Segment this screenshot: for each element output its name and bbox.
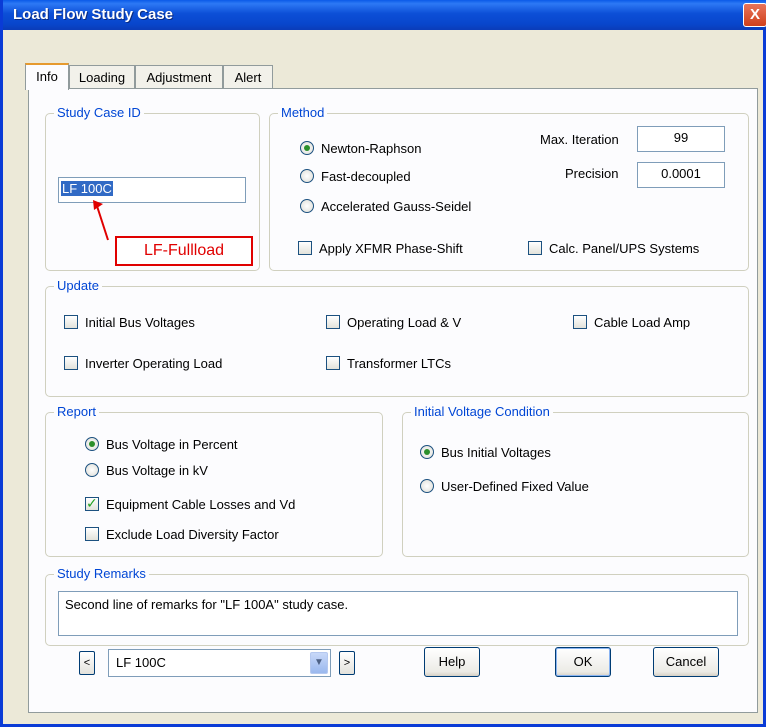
study-case-select[interactable]: LF 100C ▼ — [108, 649, 331, 677]
report-legend: Report — [54, 404, 100, 419]
dialog-window: Load Flow Study Case X Info Loading Adju… — [0, 0, 766, 727]
user-defined-fixed-label: User-Defined Fixed Value — [441, 479, 589, 494]
tab-loading[interactable]: Loading — [69, 65, 135, 89]
window-title: Load Flow Study Case — [13, 6, 174, 23]
close-button[interactable]: X — [743, 3, 766, 27]
fast-decoupled-label: Fast-decoupled — [321, 169, 411, 184]
initial-bus-voltages-label: Initial Bus Voltages — [85, 315, 195, 330]
title-bar[interactable]: Load Flow Study Case X — [3, 0, 766, 30]
study-case-select-value: LF 100C — [116, 655, 166, 670]
equipment-cable-losses-label: Equipment Cable Losses and Vd — [106, 497, 296, 512]
chevron-left-icon: < — [83, 657, 91, 669]
operating-load-v-checkbox[interactable] — [326, 315, 340, 329]
inverter-operating-load-label: Inverter Operating Load — [85, 356, 223, 371]
initial-voltage-condition-legend: Initial Voltage Condition — [411, 404, 553, 419]
study-case-id-value: LF 100C — [61, 181, 113, 196]
inverter-operating-load-checkbox[interactable] — [64, 356, 78, 370]
annotation-arrow-icon — [93, 200, 109, 241]
accelerated-gauss-seidel-radio[interactable] — [300, 199, 314, 213]
initial-bus-voltages-checkbox[interactable] — [64, 315, 78, 329]
max-iteration-input[interactable]: 99 — [637, 126, 725, 152]
tab-adjustment[interactable]: Adjustment — [135, 65, 223, 89]
apply-xfmr-phase-shift-label: Apply XFMR Phase-Shift — [319, 241, 463, 256]
close-icon: X — [749, 6, 760, 23]
exclude-load-diversity-label: Exclude Load Diversity Factor — [106, 527, 279, 542]
transformer-ltcs-label: Transformer LTCs — [347, 356, 452, 371]
newton-raphson-radio[interactable] — [300, 141, 314, 155]
method-legend: Method — [278, 105, 328, 120]
cable-load-amp-label: Cable Load Amp — [594, 315, 691, 330]
bus-initial-voltages-label: Bus Initial Voltages — [441, 445, 551, 460]
newton-raphson-label: Newton-Raphson — [321, 141, 422, 156]
calc-panel-ups-checkbox[interactable] — [528, 241, 542, 255]
study-remarks-legend: Study Remarks — [54, 566, 149, 581]
transformer-ltcs-checkbox[interactable] — [326, 356, 340, 370]
study-case-id-input[interactable]: LF 100C — [58, 177, 246, 203]
user-defined-fixed-radio[interactable] — [420, 479, 434, 493]
cancel-button[interactable]: Cancel — [653, 647, 719, 677]
chevron-right-icon: > — [343, 657, 351, 669]
exclude-load-diversity-checkbox[interactable] — [85, 527, 99, 541]
bus-voltage-kv-label: Bus Voltage in kV — [106, 463, 208, 478]
apply-xfmr-phase-shift-checkbox[interactable] — [298, 241, 312, 255]
update-legend: Update — [54, 278, 102, 293]
bus-initial-voltages-radio[interactable] — [420, 445, 434, 459]
accelerated-gauss-seidel-label: Accelerated Gauss-Seidel — [321, 199, 472, 214]
cable-load-amp-checkbox[interactable] — [573, 315, 587, 329]
help-button[interactable]: Help — [424, 647, 480, 677]
ok-button[interactable]: OK — [555, 647, 611, 677]
bus-voltage-percent-label: Bus Voltage in Percent — [106, 437, 238, 452]
precision-input[interactable]: 0.0001 — [637, 162, 725, 188]
study-remarks-textarea[interactable]: Second line of remarks for "LF 100A" stu… — [58, 591, 738, 636]
study-case-id-legend: Study Case ID — [54, 105, 144, 120]
chevron-down-icon[interactable]: ▼ — [310, 652, 328, 674]
next-case-button[interactable]: > — [339, 651, 355, 675]
annotation-label: LF-Fullload — [115, 236, 253, 266]
calc-panel-ups-label: Calc. Panel/UPS Systems — [549, 241, 700, 256]
bus-voltage-kv-radio[interactable] — [85, 463, 99, 477]
update-group: Update — [45, 278, 749, 397]
tab-alert[interactable]: Alert — [223, 65, 273, 89]
previous-case-button[interactable]: < — [79, 651, 95, 675]
equipment-cable-losses-checkbox[interactable] — [85, 495, 99, 512]
max-iteration-label: Max. Iteration — [540, 132, 619, 147]
bus-voltage-percent-radio[interactable] — [85, 437, 99, 451]
operating-load-v-label: Operating Load & V — [347, 315, 462, 330]
tab-info[interactable]: Info — [25, 63, 69, 90]
fast-decoupled-radio[interactable] — [300, 169, 314, 183]
precision-label: Precision — [565, 166, 619, 181]
